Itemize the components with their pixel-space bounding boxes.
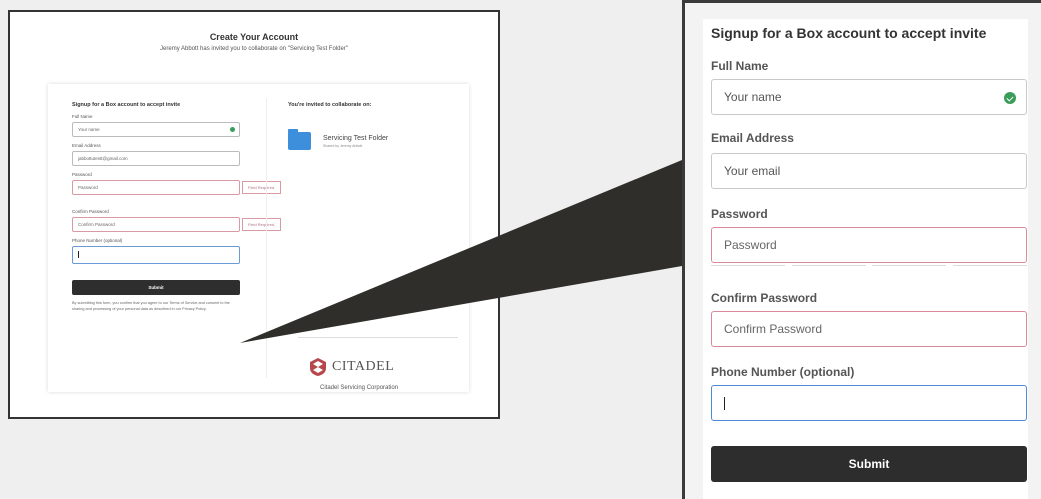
full-name-label: Full Name (711, 59, 769, 73)
logo-divider (298, 337, 458, 338)
check-circle-icon (1004, 92, 1016, 104)
email-value-small: jabbottutestt@gmail.com (78, 156, 128, 161)
folder-shared-by: Shared by Jeremy Abbott (323, 143, 363, 148)
password-strength-meter (711, 265, 1027, 266)
full-name-input-small[interactable]: Your name (72, 122, 240, 137)
invite-panel: You're invited to collaborate on: Servic… (288, 102, 458, 391)
full-name-placeholder: Your name (724, 90, 782, 104)
brand-logo: CITADEL (308, 357, 394, 377)
email-placeholder: Your email (724, 164, 781, 178)
password-error-tag: Field Required. (242, 181, 282, 194)
folder-name: Servicing Test Folder (323, 134, 389, 142)
confirm-password-error-tag: Field Required. (242, 218, 282, 231)
text-caret (724, 397, 725, 410)
signup-card: Signup for a Box account to accept invit… (48, 84, 469, 392)
email-input[interactable]: Your email (711, 153, 1027, 189)
email-label-small: Email Address (72, 143, 101, 148)
full-name-input[interactable]: Your name (711, 79, 1027, 115)
text-caret-small (78, 251, 79, 258)
confirm-password-placeholder: Confirm Password (724, 322, 823, 336)
confirm-password-label-small: Confirm Password (72, 209, 109, 214)
confirm-password-label: Confirm Password (711, 291, 818, 305)
page-subtitle: Jeremy Abbott has invited you to collabo… (160, 46, 348, 52)
password-input[interactable]: Password (711, 227, 1027, 263)
full-name-placeholder-small: Your name (78, 127, 100, 132)
email-label: Email Address (711, 131, 794, 145)
citadel-shield-icon (310, 358, 326, 376)
full-page-screenshot: Create Your Account Jeremy Abbott has in… (8, 10, 500, 419)
password-placeholder: Password (724, 238, 777, 252)
brand-company-name: Citadel Servicing Corporation (320, 385, 399, 391)
invite-heading: You're invited to collaborate on: (288, 102, 372, 108)
terms-text: By submitting this form, you confirm tha… (72, 301, 230, 311)
brand-wordmark: CITADEL (332, 359, 395, 374)
phone-label: Phone Number (optional) (711, 365, 855, 379)
submit-button-small[interactable]: Submit (72, 280, 240, 295)
email-input-small[interactable]: jabbottutestt@gmail.com (72, 151, 240, 166)
password-label: Password (711, 207, 768, 221)
folder-icon (288, 129, 311, 150)
password-placeholder-small: Password (78, 185, 98, 190)
confirm-password-placeholder-small: Confirm Password (78, 222, 115, 227)
submit-button[interactable]: Submit (711, 446, 1027, 482)
phone-input-small[interactable] (72, 246, 240, 264)
phone-input[interactable] (711, 385, 1027, 421)
full-name-label-small: Full Name (72, 114, 93, 119)
folder-row: Servicing Test Folder Shared by Jeremy A… (288, 129, 458, 150)
password-input-small[interactable]: Password (72, 180, 240, 195)
form-heading: Signup for a Box account to accept invit… (711, 25, 987, 41)
confirm-password-input[interactable]: Confirm Password (711, 311, 1027, 347)
signup-form-small: Signup for a Box account to accept invit… (72, 102, 312, 312)
phone-label-small: Phone Number (optional) (72, 238, 123, 243)
form-heading-small: Signup for a Box account to accept invit… (72, 102, 181, 108)
zoomed-form: Signup for a Box account to accept invit… (703, 19, 1028, 499)
card-divider (266, 98, 267, 378)
page-title: Create Your Account (209, 32, 299, 42)
confirm-password-input-small[interactable]: Confirm Password (72, 217, 240, 232)
zoomed-view: Signup for a Box account to accept invit… (682, 0, 1041, 499)
password-label-small: Password (72, 172, 92, 177)
check-circle-icon (230, 127, 235, 132)
